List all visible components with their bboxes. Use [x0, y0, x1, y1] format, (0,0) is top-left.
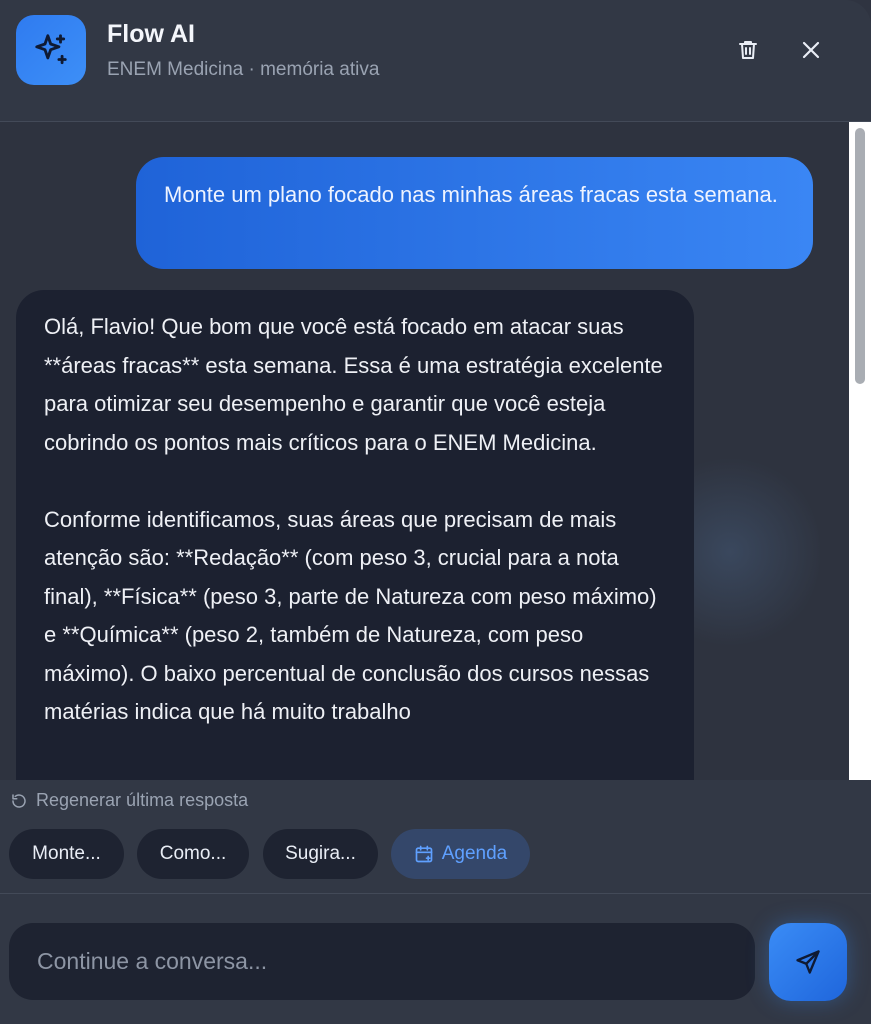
sparkles-icon	[16, 15, 86, 85]
message-list[interactable]: Monte um plano focado nas minhas áreas f…	[0, 122, 849, 780]
send-icon	[796, 950, 820, 974]
close-button[interactable]	[793, 32, 829, 68]
agenda-label: Agenda	[441, 843, 508, 864]
agenda-chip[interactable]: Agenda	[391, 829, 530, 879]
assistant-paragraph: Conforme identificamos, suas áreas que p…	[44, 506, 657, 725]
composer-area: Regenerar última resposta Monte... Como.…	[0, 780, 871, 1024]
close-icon	[802, 41, 820, 59]
regenerate-label: Regenerar última resposta	[36, 790, 249, 810]
app-subtitle: ENEM Medicina · memória ativa	[107, 59, 380, 80]
assistant-paragraph: Olá, Flavio! Que bom que você está focad…	[44, 314, 663, 455]
suggestion-chip-monte[interactable]: Monte...	[9, 829, 124, 879]
calendar-icon	[415, 845, 433, 863]
chat-panel: Flow AI ENEM Medicina · memória ativa Mo…	[0, 0, 871, 1024]
suggestion-chip-sugira[interactable]: Sugira...	[263, 829, 378, 879]
scrollbar[interactable]	[849, 122, 871, 780]
message-input[interactable]	[9, 923, 755, 1000]
suggestion-chip-como[interactable]: Como...	[137, 829, 249, 879]
delete-chat-button[interactable]	[730, 32, 766, 68]
assistant-message: Olá, Flavio! Que bom que você está focad…	[16, 290, 694, 780]
refresh-icon	[12, 793, 26, 808]
divider	[0, 893, 871, 894]
regenerate-button[interactable]: Regenerar última resposta	[10, 790, 248, 811]
chat-header: Flow AI ENEM Medicina · memória ativa	[0, 0, 871, 122]
user-message: Monte um plano focado nas minhas áreas f…	[136, 157, 813, 269]
app-title: Flow AI	[107, 20, 195, 48]
trash-icon	[739, 41, 757, 59]
scrollbar-thumb[interactable]	[855, 128, 865, 384]
send-button[interactable]	[769, 923, 847, 1001]
